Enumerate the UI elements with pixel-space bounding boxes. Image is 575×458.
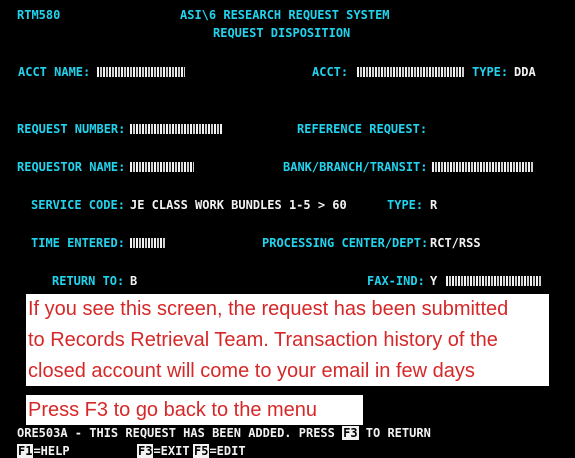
acct-name-label: ACCT NAME: (18, 65, 91, 79)
processing-center-label: PROCESSING CENTER/DEPT: (262, 236, 429, 250)
fkey-help-label: =HELP (33, 444, 70, 458)
request-number-value[interactable] (130, 122, 222, 136)
return-to-value[interactable]: B (130, 274, 137, 288)
fax-number-value (446, 274, 541, 288)
service-code-label: SERVICE CODE: (31, 198, 125, 212)
instruction-text: Press F3 to go back to the menu (28, 399, 318, 421)
acct-name-value[interactable] (97, 65, 185, 79)
system-title: ASI\6 RESEARCH REQUEST SYSTEM (180, 8, 390, 22)
redacted-time (130, 238, 166, 248)
bank-branch-transit-value[interactable] (432, 160, 534, 174)
fkey-exit-key[interactable]: F3 (137, 444, 154, 458)
status-message-prefix: ORE503A - THIS REQUEST HAS BEEN ADDED. P… (17, 426, 343, 440)
status-message: ORE503A - THIS REQUEST HAS BEEN ADDED. P… (17, 426, 431, 440)
fax-ind-value[interactable]: Y (430, 274, 437, 288)
info-note-line-1: If you see this screen, the request has … (28, 298, 509, 320)
acct-value[interactable] (357, 65, 465, 79)
type-top-value[interactable]: DDA (514, 65, 536, 79)
type-top-label: TYPE: (472, 65, 509, 79)
fkey-exit[interactable]: F3=EXIT (137, 444, 190, 458)
service-code-value[interactable]: JE CLASS WORK BUNDLES 1-5 > 60 (130, 198, 347, 212)
requestor-name-value[interactable] (130, 160, 194, 174)
processing-center-value[interactable]: RCT/RSS (430, 236, 481, 250)
requestor-name-label: REQUESTOR NAME: (17, 160, 126, 174)
fkey-edit-label: =EDIT (209, 444, 246, 458)
screen-id: RTM580 (17, 8, 61, 22)
fkey-help-key[interactable]: F1 (17, 444, 34, 458)
fkey-help[interactable]: F1=HELP (17, 444, 70, 458)
redacted-acct (357, 67, 465, 77)
fkey-edit[interactable]: F5=EDIT (193, 444, 246, 458)
time-entered-value[interactable] (130, 236, 166, 250)
type-service-label: TYPE: (387, 198, 424, 212)
return-to-label: RETURN TO: (52, 274, 125, 288)
request-number-label: REQUEST NUMBER: (17, 122, 126, 136)
fkey-edit-key[interactable]: F5 (193, 444, 210, 458)
info-note-line-2: to Records Retrieval Team. Transaction h… (28, 329, 498, 351)
redacted-fax-number (446, 276, 541, 286)
redacted-requestor (130, 162, 194, 172)
status-key-f3[interactable]: F3 (342, 426, 359, 440)
time-entered-label: TIME ENTERED: (31, 236, 125, 250)
fkey-exit-label: =EXIT (153, 444, 190, 458)
page-title: REQUEST DISPOSITION (213, 26, 351, 40)
reference-request-label: REFERENCE REQUEST: (297, 122, 428, 136)
status-message-suffix: TO RETURN (358, 426, 431, 440)
instruction-box: Press F3 to go back to the menu (26, 395, 363, 425)
acct-label: ACCT: (312, 65, 349, 79)
info-note-line-3: closed account will come to your email i… (28, 360, 475, 382)
redacted-request-number (130, 124, 222, 134)
redacted-bank-branch (432, 162, 534, 172)
info-note-box: If you see this screen, the request has … (26, 294, 549, 386)
bank-branch-transit-label: BANK/BRANCH/TRANSIT: (283, 160, 428, 174)
redacted-acct-name (97, 67, 185, 77)
fax-ind-label: FAX-IND: (367, 274, 425, 288)
type-service-value[interactable]: R (430, 198, 437, 212)
